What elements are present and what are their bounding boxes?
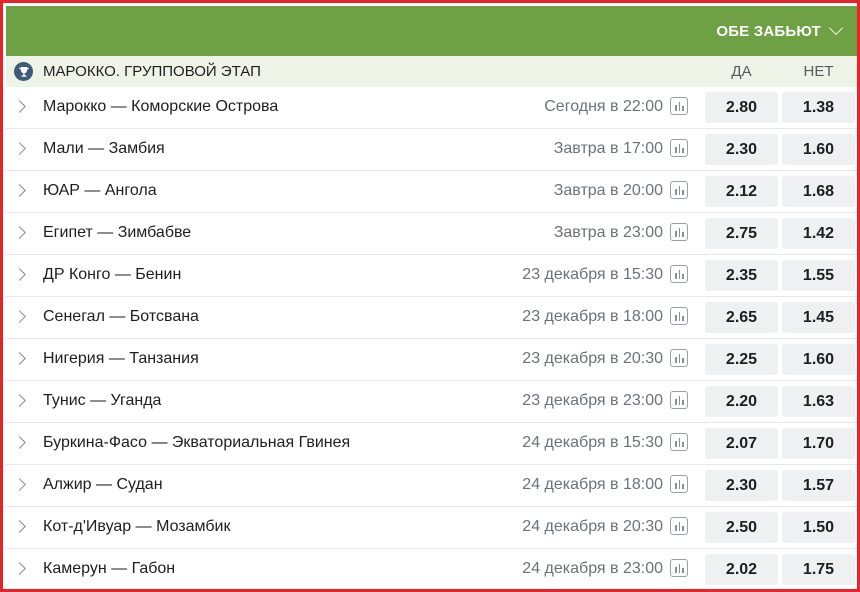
match-teams[interactable]: Марокко — Коморские Острова	[43, 87, 278, 127]
match-row[interactable]: ЮАР — Ангола Завтра в 20:00 2.12 1.68	[6, 171, 857, 213]
bar-chart-icon[interactable]	[670, 433, 688, 451]
odds-no-button[interactable]: 1.50	[782, 512, 855, 543]
chevron-down-icon	[828, 20, 844, 36]
match-teams[interactable]: Алжир — Судан	[43, 465, 163, 505]
match-teams[interactable]: Сенегал — Ботсвана	[43, 297, 199, 337]
match-teams[interactable]: Нигерия — Танзания	[43, 339, 199, 379]
odds-yes-button[interactable]: 2.75	[705, 218, 778, 249]
odds-no-button[interactable]: 1.60	[782, 134, 855, 165]
odds-yes-button[interactable]: 2.65	[705, 302, 778, 333]
match-row[interactable]: Камерун — Габон 24 декабря в 23:00 2.02 1.7…	[6, 549, 857, 591]
match-teams[interactable]: ДР Конго — Бенин	[43, 255, 181, 295]
chevron-right-icon[interactable]	[13, 226, 26, 239]
odds-yes-button[interactable]: 2.30	[705, 134, 778, 165]
bar-chart-icon[interactable]	[670, 265, 688, 283]
match-row[interactable]: Буркина-Фасо — Экваториальная Гвинея 24 д…	[6, 423, 857, 465]
chevron-right-icon[interactable]	[13, 184, 26, 197]
match-time: 23 декабря в 15:30	[522, 266, 663, 283]
odds-no-button[interactable]: 1.70	[782, 428, 855, 459]
market-header: ОБЕ ЗАБЬЮТ	[6, 6, 857, 56]
bar-chart-icon[interactable]	[670, 391, 688, 409]
bar-chart-icon[interactable]	[670, 139, 688, 157]
chevron-right-icon[interactable]	[13, 478, 26, 491]
bar-chart-icon[interactable]	[670, 475, 688, 493]
chevron-right-icon[interactable]	[13, 142, 26, 155]
bar-chart-icon[interactable]	[670, 517, 688, 535]
chevron-right-icon[interactable]	[13, 100, 26, 113]
market-selector[interactable]: ОБЕ ЗАБЬЮТ	[716, 6, 844, 56]
odds-no-button[interactable]: 1.57	[782, 470, 855, 501]
match-teams[interactable]: ЮАР — Ангола	[43, 171, 157, 211]
column-header-no: НЕТ	[803, 63, 834, 80]
odds-no-button[interactable]: 1.63	[782, 386, 855, 417]
match-teams[interactable]: Тунис — Уганда	[43, 381, 161, 421]
bar-chart-icon[interactable]	[670, 559, 688, 577]
match-teams[interactable]: Камерун — Габон	[43, 549, 175, 589]
odds-yes-button[interactable]: 2.07	[705, 428, 778, 459]
match-time: 24 декабря в 20:30	[522, 518, 663, 535]
chevron-right-icon[interactable]	[13, 394, 26, 407]
odds-no-button[interactable]: 1.42	[782, 218, 855, 249]
match-row[interactable]: Алжир — Судан 24 декабря в 18:00 2.30 1.57	[6, 465, 857, 507]
chevron-right-icon[interactable]	[13, 436, 26, 449]
match-row[interactable]: Египет — Зимбабве Завтра в 23:00 2.75 1.42	[6, 213, 857, 255]
match-row[interactable]: Нигерия — Танзания 23 декабря в 20:30 2.25…	[6, 339, 857, 381]
match-time: 23 декабря в 18:00	[522, 308, 663, 325]
column-header-yes: ДА	[731, 63, 752, 80]
match-time: 24 декабря в 15:30	[522, 434, 663, 451]
match-time: 24 декабря в 18:00	[522, 476, 663, 493]
bar-chart-icon[interactable]	[670, 181, 688, 199]
odds-yes-button[interactable]: 2.20	[705, 386, 778, 417]
match-time: Сегодня в 22:00	[544, 98, 663, 115]
match-row[interactable]: Мали — Замбия Завтра в 17:00 2.30 1.60	[6, 129, 857, 171]
odds-yes-button[interactable]: 2.12	[705, 176, 778, 207]
odds-yes-button[interactable]: 2.25	[705, 344, 778, 375]
match-teams[interactable]: Египет — Зимбабве	[43, 213, 191, 253]
group-title: МАРОККО. ГРУППОВОЙ ЭТАП	[43, 63, 261, 80]
chevron-right-icon[interactable]	[13, 562, 26, 575]
match-time: Завтра в 23:00	[553, 224, 663, 241]
match-teams[interactable]: Мали — Замбия	[43, 129, 165, 169]
chevron-right-icon[interactable]	[13, 268, 26, 281]
match-time: 23 декабря в 20:30	[522, 350, 663, 367]
odds-yes-button[interactable]: 2.35	[705, 260, 778, 291]
betting-panel: ОБЕ ЗАБЬЮТ МАРОККО. ГРУППОВОЙ ЭТАП ДА НЕ…	[0, 0, 860, 592]
bar-chart-icon[interactable]	[670, 349, 688, 367]
match-row[interactable]: Кот-д'Ивуар — Мозамбик 24 декабря в 20:30…	[6, 507, 857, 549]
match-row[interactable]: Марокко — Коморские Острова Сегодня в 22:…	[6, 87, 857, 129]
odds-no-button[interactable]: 1.45	[782, 302, 855, 333]
match-row[interactable]: ДР Конго — Бенин 23 декабря в 15:30 2.35 1.…	[6, 255, 857, 297]
odds-yes-button[interactable]: 2.80	[705, 92, 778, 123]
odds-yes-button[interactable]: 2.30	[705, 470, 778, 501]
match-row[interactable]: Сенегал — Ботсвана 23 декабря в 18:00 2.65…	[6, 297, 857, 339]
odds-no-button[interactable]: 1.75	[782, 554, 855, 585]
chevron-right-icon[interactable]	[13, 520, 26, 533]
bar-chart-icon[interactable]	[670, 307, 688, 325]
bar-chart-icon[interactable]	[670, 223, 688, 241]
match-time: Завтра в 20:00	[553, 182, 663, 199]
odds-no-button[interactable]: 1.55	[782, 260, 855, 291]
match-list: Марокко — Коморские Острова Сегодня в 22:…	[6, 87, 857, 591]
match-time: 23 декабря в 23:00	[522, 392, 663, 409]
match-time: Завтра в 17:00	[553, 140, 663, 157]
group-header: МАРОККО. ГРУППОВОЙ ЭТАП ДА НЕТ	[6, 56, 857, 87]
chevron-right-icon[interactable]	[13, 310, 26, 323]
odds-yes-button[interactable]: 2.50	[705, 512, 778, 543]
odds-no-button[interactable]: 1.38	[782, 92, 855, 123]
odds-yes-button[interactable]: 2.02	[705, 554, 778, 585]
bar-chart-icon[interactable]	[670, 97, 688, 115]
match-time: 24 декабря в 23:00	[522, 560, 663, 577]
odds-no-button[interactable]: 1.60	[782, 344, 855, 375]
market-label: ОБЕ ЗАБЬЮТ	[716, 22, 821, 40]
match-teams[interactable]: Буркина-Фасо — Экваториальная Гвинея	[43, 423, 350, 463]
match-row[interactable]: Тунис — Уганда 23 декабря в 23:00 2.20 1.63	[6, 381, 857, 423]
match-teams[interactable]: Кот-д'Ивуар — Мозамбик	[43, 507, 230, 547]
odds-no-button[interactable]: 1.68	[782, 176, 855, 207]
trophy-icon	[14, 62, 33, 81]
chevron-right-icon[interactable]	[13, 352, 26, 365]
